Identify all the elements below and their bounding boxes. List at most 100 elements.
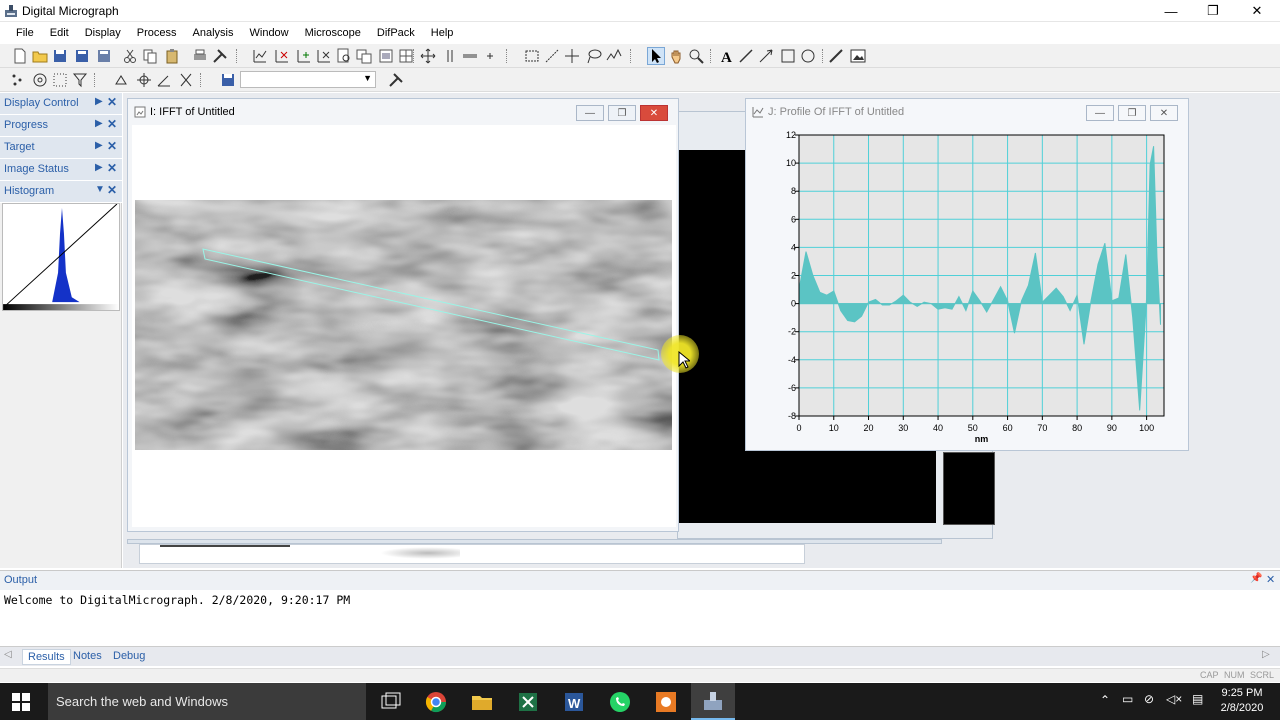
menu-edit[interactable]: Edit — [42, 27, 77, 39]
grid-dots-icon[interactable] — [52, 72, 68, 88]
angle-icon[interactable] — [156, 72, 172, 88]
close-button[interactable]: ✕ — [1236, 0, 1278, 22]
minimize-button[interactable]: — — [1086, 105, 1114, 121]
close-button[interactable]: ✕ — [640, 105, 668, 121]
paste-icon[interactable] — [164, 48, 180, 64]
cut-icon[interactable] — [122, 48, 138, 64]
arrow-tool-icon[interactable] — [758, 48, 774, 64]
close-icon[interactable]: ✕ — [107, 183, 117, 197]
ifft-window-titlebar[interactable]: I: IFFT of Untitled — ❐ ✕ — [128, 99, 678, 125]
window-tile-icon[interactable] — [356, 48, 372, 64]
mask-icon[interactable] — [114, 72, 130, 88]
line-tool-icon[interactable] — [738, 48, 754, 64]
tab-notes[interactable]: Notes — [68, 649, 107, 663]
profile-tool-icon[interactable] — [606, 48, 622, 64]
zoom-icon[interactable] — [688, 48, 704, 64]
show-hidden-icons[interactable]: ⌃ — [1100, 693, 1110, 707]
expand-arrow-icon[interactable]: ▶ — [95, 118, 103, 129]
add-plot-icon[interactable] — [252, 48, 268, 64]
open-folder-icon[interactable] — [32, 48, 48, 64]
menu-process[interactable]: Process — [129, 27, 185, 39]
profile-window-titlebar[interactable]: J: Profile Of IFFT of Untitled — ❐ ✕ — [746, 99, 1188, 125]
move-icon[interactable] — [420, 48, 436, 64]
close-icon[interactable]: ✕ — [107, 161, 117, 175]
lasso-icon[interactable] — [586, 48, 602, 64]
tab-debug[interactable]: Debug — [108, 649, 150, 663]
oval-tool-icon[interactable] — [800, 48, 816, 64]
close-icon[interactable]: ✕ — [107, 95, 117, 109]
circle-target-icon[interactable] — [32, 72, 48, 88]
line-select-icon[interactable] — [544, 48, 560, 64]
ifft-image[interactable] — [135, 200, 672, 450]
volume-icon[interactable]: ◁× — [1166, 692, 1182, 706]
power-icon[interactable]: ⊘ — [1144, 692, 1154, 706]
filter-icon[interactable] — [72, 72, 88, 88]
vertical-line-icon[interactable] — [442, 48, 458, 64]
maximize-button[interactable]: ❐ — [1118, 105, 1146, 121]
remove-plot-icon[interactable] — [274, 48, 290, 64]
histogram-plot[interactable] — [2, 203, 120, 311]
hand-icon[interactable] — [668, 48, 684, 64]
restore-button[interactable]: ❐ — [1192, 0, 1234, 22]
menu-display[interactable]: Display — [77, 27, 129, 39]
scroll-left-icon[interactable]: ◁ — [4, 649, 12, 660]
horizontal-line-icon[interactable] — [462, 48, 478, 64]
clock[interactable]: 9:25 PM 2/8/2020 — [1214, 686, 1270, 716]
document-search-icon[interactable] — [336, 48, 352, 64]
minimize-button[interactable]: — — [576, 105, 604, 121]
print-icon[interactable] — [192, 48, 208, 64]
palette-histogram[interactable]: Histogram ▼ ✕ — [0, 181, 122, 203]
save-icon[interactable] — [52, 48, 68, 64]
presentation-app-icon[interactable] — [653, 689, 679, 715]
close-button[interactable]: ✕ — [1150, 105, 1178, 121]
chrome-icon[interactable] — [423, 689, 449, 715]
new-file-icon[interactable] — [12, 48, 28, 64]
layout-select[interactable]: ▼ — [240, 71, 376, 88]
ifft-window[interactable]: I: IFFT of Untitled — ❐ ✕ — [127, 98, 679, 532]
palette-display-control[interactable]: Display Control ▶ ✕ — [0, 93, 122, 115]
copy-icon[interactable] — [142, 48, 158, 64]
settings-tools-icon[interactable] — [388, 72, 404, 88]
pin-icon[interactable]: 📌 — [1250, 573, 1262, 584]
menu-window[interactable]: Window — [242, 27, 297, 39]
background-window-strip[interactable] — [139, 544, 805, 564]
menu-difpack[interactable]: DifPack — [369, 27, 423, 39]
rectangle-tool-icon[interactable] — [780, 48, 796, 64]
close-icon[interactable]: ✕ — [107, 117, 117, 131]
task-view-icon[interactable] — [378, 689, 404, 715]
action-center-icon[interactable]: ▤ — [1192, 692, 1203, 706]
profile-window[interactable]: J: Profile Of IFFT of Untitled — ❐ ✕ 0 10… — [745, 98, 1189, 451]
palette-image-status[interactable]: Image Status ▶ ✕ — [0, 159, 122, 181]
text-tool-icon[interactable]: A — [718, 48, 734, 64]
plot-add-icon[interactable] — [296, 48, 312, 64]
window-cascade-icon[interactable] — [378, 48, 394, 64]
expand-arrow-icon[interactable]: ▶ — [95, 140, 103, 151]
point-icon[interactable] — [482, 48, 498, 64]
network-icon[interactable]: ▭ — [1122, 692, 1133, 706]
whatsapp-icon[interactable] — [607, 689, 633, 715]
profile-chart[interactable]: 0 10 20 30 40 50 60 70 80 90 100 -8 -6 -4 -2 0 2 4 6 8 10 12 n… — [746, 125, 1188, 450]
plot-delete-icon[interactable] — [316, 48, 332, 64]
file-explorer-icon[interactable] — [469, 689, 495, 715]
palette-target[interactable]: Target ▶ ✕ — [0, 137, 122, 159]
spots-icon[interactable] — [10, 72, 26, 88]
taskbar-search[interactable]: Search the web and Windows — [48, 683, 366, 720]
minimize-button[interactable]: — — [1150, 0, 1192, 22]
ifft-canvas[interactable] — [132, 125, 676, 527]
close-icon[interactable]: ✕ — [1266, 573, 1275, 586]
ruler-icon[interactable] — [828, 48, 844, 64]
expand-arrow-icon[interactable]: ▶ — [95, 162, 103, 173]
menu-help[interactable]: Help — [423, 27, 462, 39]
menu-file[interactable]: File — [8, 27, 42, 39]
excel-icon[interactable] — [515, 689, 541, 715]
tools-icon[interactable] — [212, 48, 228, 64]
menu-microscope[interactable]: Microscope — [297, 27, 369, 39]
save-all-icon[interactable] — [74, 48, 90, 64]
word-icon[interactable]: W — [561, 689, 587, 715]
maximize-button[interactable]: ❐ — [608, 105, 636, 121]
close-icon[interactable]: ✕ — [107, 139, 117, 153]
center-icon[interactable] — [136, 72, 152, 88]
expand-arrow-icon[interactable]: ▶ — [95, 96, 103, 107]
palette-progress[interactable]: Progress ▶ ✕ — [0, 115, 122, 137]
save-layout-icon[interactable] — [220, 72, 236, 88]
